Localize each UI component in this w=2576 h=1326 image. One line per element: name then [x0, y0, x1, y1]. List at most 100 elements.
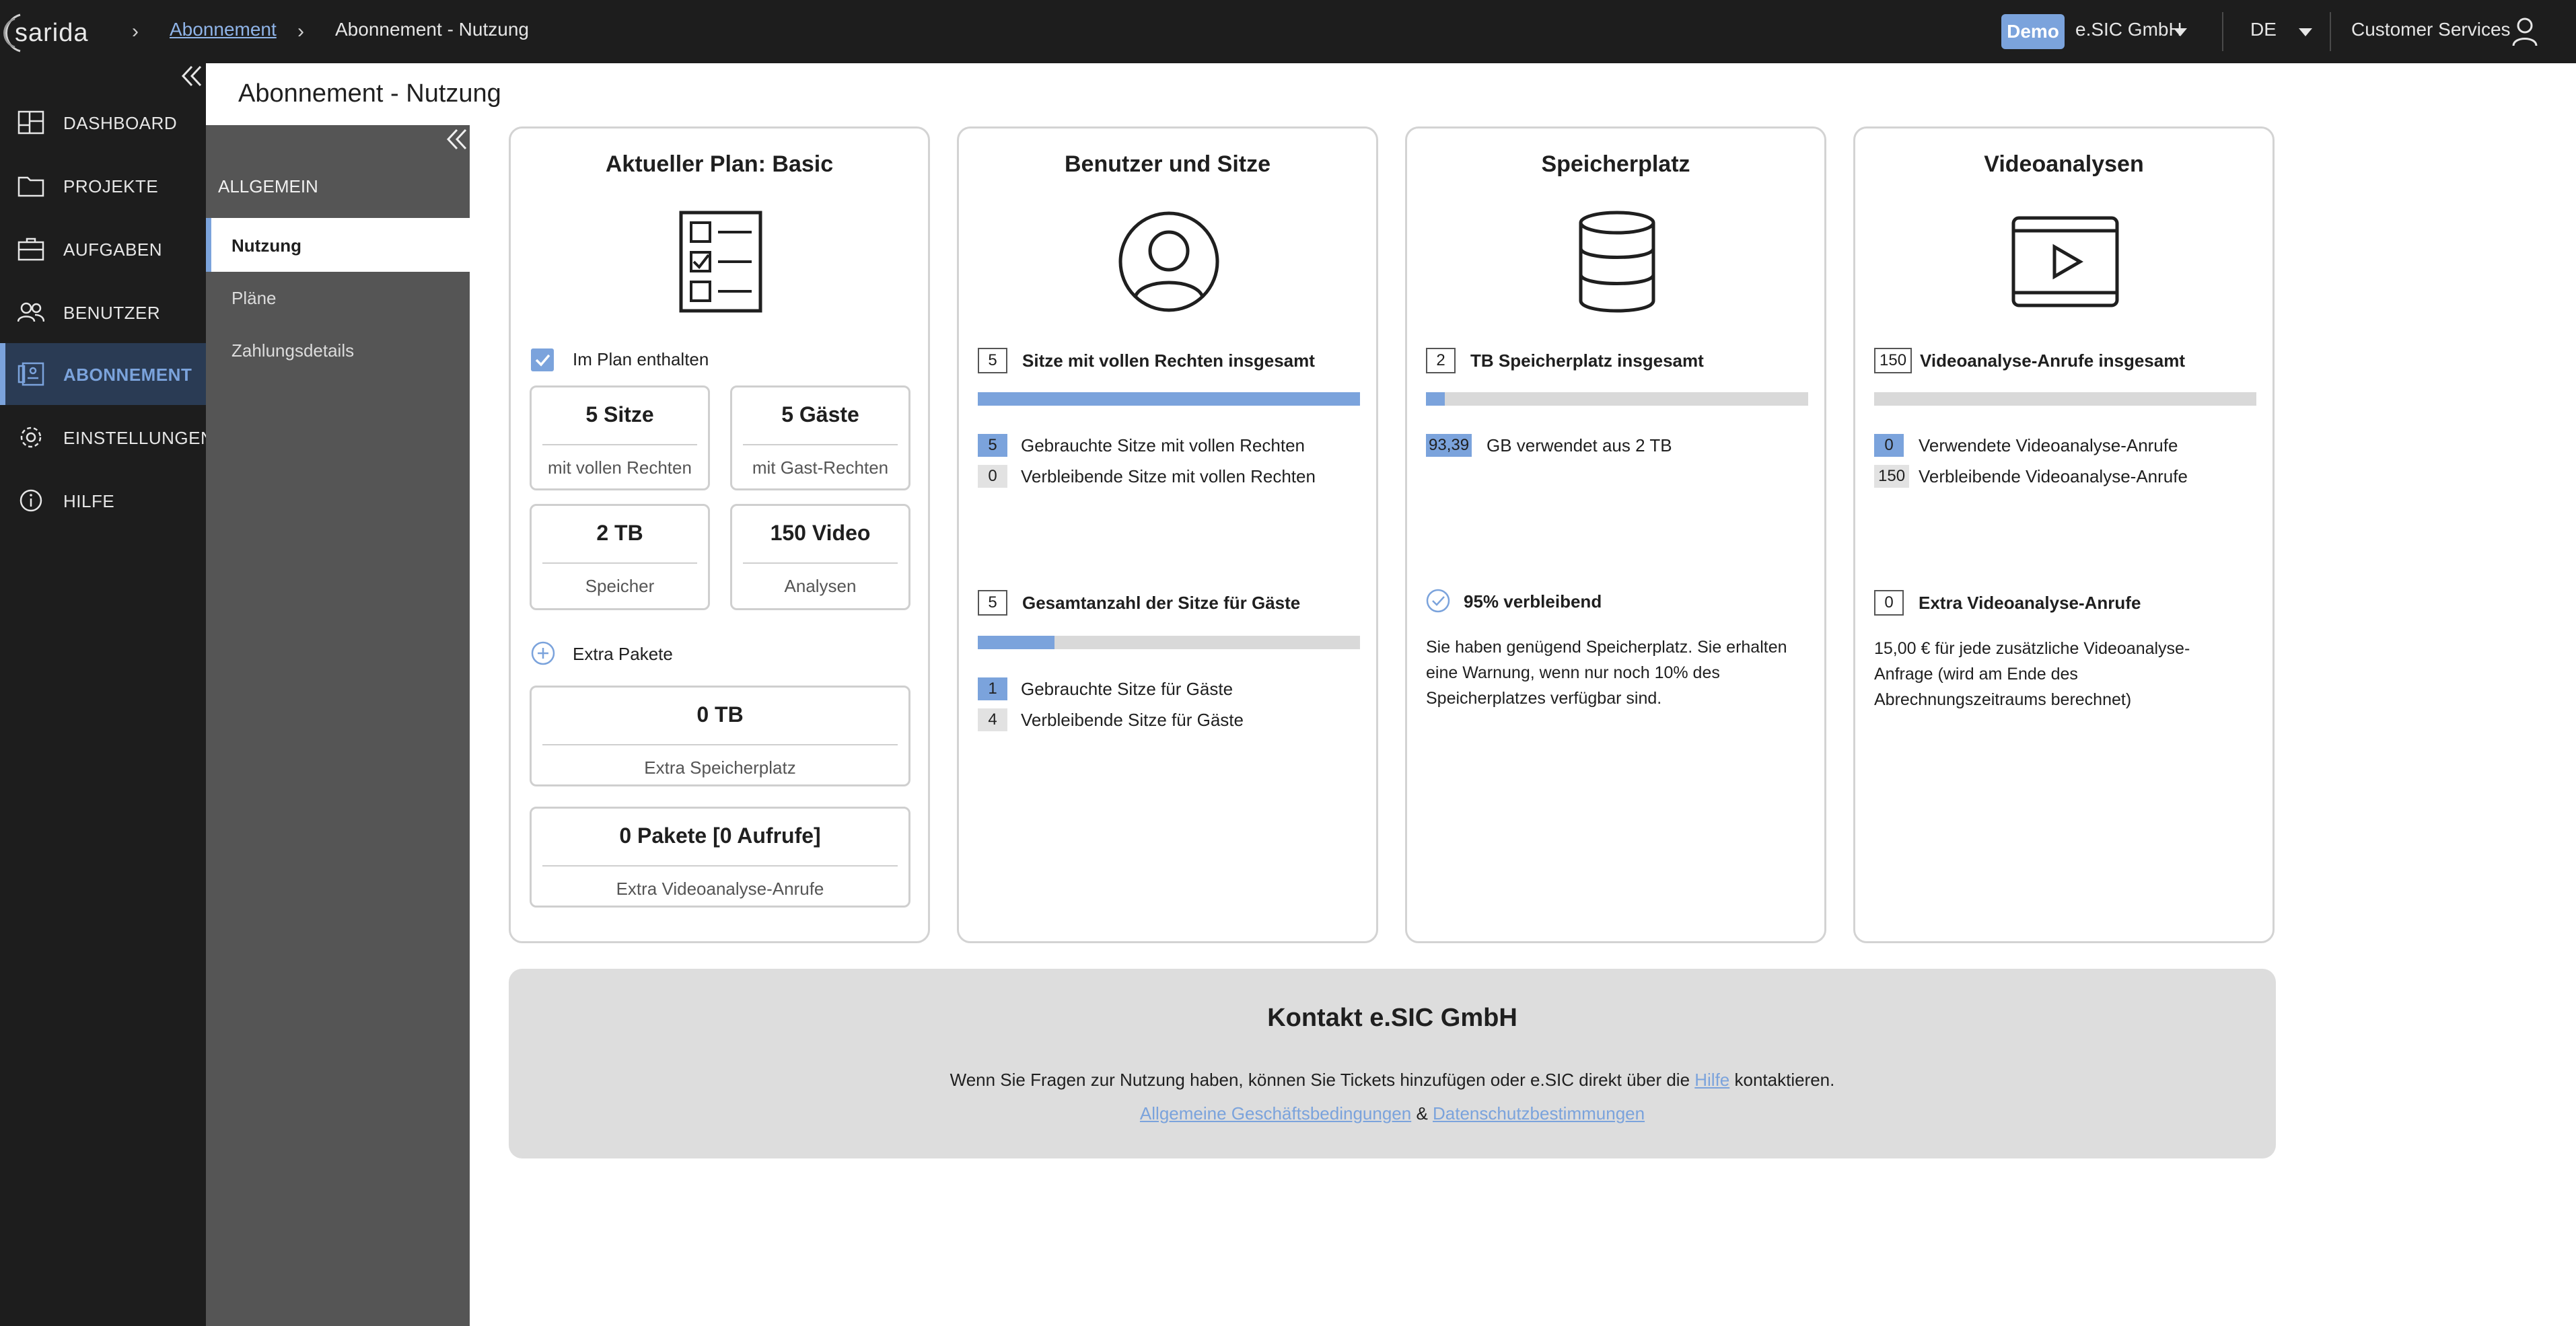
storage-remaining-label: 95% verbleibend [1464, 591, 1602, 612]
sidebar-item-einstellungen[interactable]: EINSTELLUNGEN [0, 406, 213, 468]
storage-total-label: TB Speicherplatz insgesamt [1470, 351, 1704, 371]
subnav-heading: ALLGEMEIN [218, 176, 318, 196]
tile-value: 150 Video [770, 521, 871, 545]
sidebar-item-projekte[interactable]: PROJEKTE [0, 155, 206, 217]
caret-down-icon[interactable] [2174, 28, 2187, 36]
info-icon [20, 489, 42, 512]
divider [542, 865, 898, 867]
plan-tile-seats: 5 Sitze mit vollen Rechten [530, 385, 710, 490]
chevron-right-icon: › [297, 20, 304, 42]
tile-label: mit vollen Rechten [548, 457, 692, 478]
guest-seats-bar [978, 636, 1360, 649]
subnav-item-label: Zahlungsdetails [231, 340, 355, 361]
full-seats-remaining-label: Verbleibende Sitze mit vollen Rechten [1021, 466, 1316, 486]
plan-card: Aktueller Plan: Basic Im Plan enthalten … [509, 126, 930, 943]
legal-links: Allgemeine Geschäftsbedingungen & Datens… [509, 1103, 2276, 1124]
collapse-subnav-icon[interactable] [445, 128, 468, 151]
video-extra: 0 [1874, 590, 1904, 616]
guest-seats-total: 5 [978, 590, 1007, 616]
full-seats-remaining: 0 [978, 465, 1007, 488]
storage-bar [1426, 392, 1808, 406]
guest-seats-total-label: Gesamtanzahl der Sitze für Gäste [1022, 593, 1301, 613]
help-link[interactable]: Hilfe [1694, 1070, 1729, 1090]
sidebar-item-hilfe[interactable]: HILFE [0, 470, 206, 531]
subnav-item-nutzung[interactable]: Nutzung [206, 218, 470, 272]
company-selector[interactable]: e.SIC GmbH [2075, 19, 2182, 40]
divider [743, 444, 898, 445]
subnav-item-plaene[interactable]: Pläne [206, 270, 470, 324]
tile-label: Extra Videoanalyse-Anrufe [616, 879, 824, 899]
video-remaining-label: Verbleibende Videoanalyse-Anrufe [1919, 466, 2188, 486]
subscription-icon [17, 362, 44, 386]
demo-badge: Demo [2001, 14, 2065, 49]
terms-link[interactable]: Allgemeine Geschäftsbedingungen [1140, 1103, 1411, 1124]
briefcase-icon [17, 237, 44, 261]
full-seats-bar-fill [978, 392, 1360, 406]
sidebar-item-abonnement[interactable]: ABONNEMENT [0, 343, 206, 405]
sidebar-item-label: PROJEKTE [63, 176, 159, 196]
plan-tile-storage: 2 TB Speicher [530, 504, 710, 610]
sidebar-item-aufgaben[interactable]: AUFGABEN [0, 218, 206, 280]
guest-seats-remaining: 4 [978, 708, 1007, 731]
caret-down-icon[interactable] [2299, 28, 2312, 36]
users-icon [17, 302, 44, 322]
breadcrumb-abonnement[interactable]: Abonnement [170, 19, 277, 40]
plan-tile-video: 150 Video Analysen [730, 504, 910, 610]
storage-total: 2 [1426, 348, 1456, 373]
checklist-icon [679, 211, 762, 313]
storage-card: Speicherplatz 2 TB Speicherplatz insgesa… [1405, 126, 1826, 943]
video-extra-label: Extra Videoanalyse-Anrufe [1919, 593, 2141, 613]
check-circle-icon [1426, 589, 1450, 613]
contact-title: Kontakt e.SIC GmbH [1267, 1004, 1517, 1032]
tile-value: 5 Sitze [585, 402, 654, 427]
video-total: 150 [1874, 348, 1912, 373]
sidebar-item-label: DASHBOARD [63, 113, 178, 133]
database-icon [1579, 211, 1655, 313]
sidebar-item-label: HILFE [63, 491, 115, 511]
video-used-label: Verwendete Videoanalyse-Anrufe [1919, 435, 2178, 455]
sarida-logo[interactable]: sarida [0, 9, 108, 54]
extra-packages-label: Extra Pakete [573, 644, 673, 664]
ampersand: & [1416, 1103, 1428, 1124]
video-used: 0 [1874, 434, 1904, 457]
subnav-item-label: Nutzung [231, 235, 301, 256]
video-note: 15,00 € für jede zusätzliche Videoanalys… [1874, 639, 2190, 709]
checkbox-checked-icon [531, 348, 554, 371]
video-remaining: 150 [1874, 465, 1910, 488]
divider [542, 444, 697, 445]
tile-value: 5 Gäste [781, 402, 859, 427]
users-card: Benutzer und Sitze 5 Sitze mit vollen Re… [957, 126, 1378, 943]
plus-circle-icon[interactable] [531, 641, 555, 665]
included-label: Im Plan enthalten [573, 349, 709, 369]
sidebar-item-label: AUFGABEN [63, 240, 163, 260]
dashboard-icon [17, 110, 44, 135]
gear-icon [20, 427, 42, 448]
language-selector[interactable]: DE [2250, 19, 2277, 40]
subnav-item-label: Pläne [231, 288, 277, 308]
user-circle-icon [1118, 211, 1219, 312]
subnav-item-zahlungsdetails[interactable]: Zahlungsdetails [206, 323, 470, 377]
divider [743, 562, 898, 564]
tile-label: mit Gast-Rechten [752, 457, 889, 478]
card-title: Speicherplatz [1541, 151, 1690, 177]
tile-value: 2 TB [596, 521, 643, 545]
storage-note: Sie haben genügend Speicherplatz. Sie er… [1426, 638, 1787, 708]
video-icon [2011, 216, 2119, 307]
user-icon[interactable] [2511, 16, 2538, 47]
divider [2330, 12, 2331, 51]
collapse-sidebar-icon[interactable] [180, 65, 203, 87]
user-menu-label[interactable]: Customer Services [2351, 19, 2511, 40]
full-seats-total-label: Sitze mit vollen Rechten insgesamt [1022, 351, 1315, 371]
video-total-label: Videoanalyse-Anrufe insgesamt [1920, 351, 2185, 371]
sidebar-item-benutzer[interactable]: BENUTZER [0, 281, 206, 343]
sidebar-item-dashboard[interactable]: DASHBOARD [0, 91, 206, 153]
extra-video-tile: 0 Pakete [0 Aufrufe] Extra Videoanalyse-… [530, 807, 910, 908]
contact-text-after: kontaktieren. [1729, 1070, 1835, 1090]
contact-text-before: Wenn Sie Fragen zur Nutzung haben, könne… [950, 1070, 1695, 1090]
folder-icon [17, 176, 44, 197]
card-title: Aktueller Plan: Basic [605, 151, 834, 177]
top-bar: sarida › Abonnement › Abonnement - Nutzu… [0, 0, 2576, 63]
tile-value: 0 TB [696, 702, 744, 727]
tile-label: Speicher [585, 576, 655, 596]
privacy-link[interactable]: Datenschutzbestimmungen [1433, 1103, 1645, 1124]
